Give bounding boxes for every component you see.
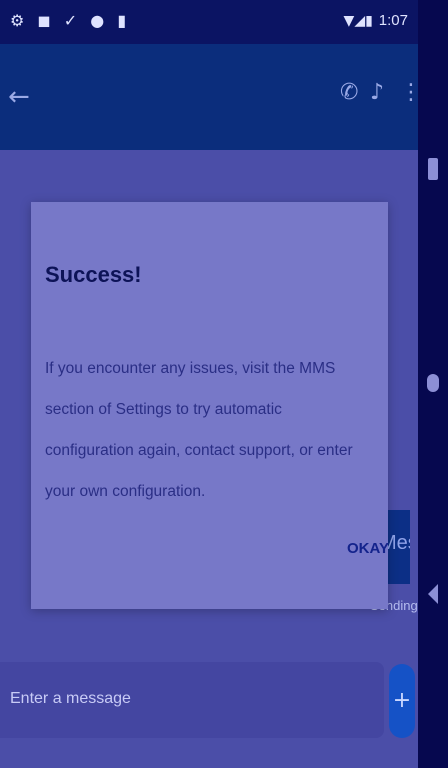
app-bar: ← ✆ ♪ ⋮ — [0, 44, 418, 150]
dialog-title: Success! — [45, 262, 142, 287]
recents-icon[interactable] — [428, 158, 438, 180]
back-arrow-icon[interactable]: ← — [8, 82, 30, 112]
okay-button[interactable]: OKAY — [343, 536, 393, 561]
navigation-bar — [418, 0, 448, 768]
send-button[interactable]: + — [389, 664, 415, 738]
nav-back-icon[interactable] — [428, 584, 438, 604]
more-options-icon[interactable]: ⋮ — [400, 80, 418, 105]
notification-icons: ⚙ ◼ ✓ ● ▮ — [10, 11, 131, 30]
dialog-message: If you encounter any issues, visit the M… — [45, 360, 353, 500]
message-input[interactable] — [0, 684, 380, 714]
signal-icon: ▼◢▮ — [343, 12, 373, 29]
notification-bell-icon[interactable]: ♪ — [370, 80, 384, 105]
home-icon[interactable] — [427, 374, 439, 392]
status-time: 1:07 — [378, 12, 408, 29]
message-composer — [0, 662, 384, 738]
status-bar: ⚙ ◼ ✓ ● ▮ ▼◢▮ 1:07 — [0, 0, 418, 44]
phone-call-icon[interactable]: ✆ — [340, 80, 358, 105]
phone-screen: ⚙ ◼ ✓ ● ▮ ▼◢▮ 1:07 ← ✆ ♪ ⋮ Message Sendi… — [0, 0, 418, 768]
status-right: ▼◢▮ 1:07 — [344, 12, 408, 29]
success-dialog: Success! If you encounter any issues, vi… — [31, 202, 389, 609]
